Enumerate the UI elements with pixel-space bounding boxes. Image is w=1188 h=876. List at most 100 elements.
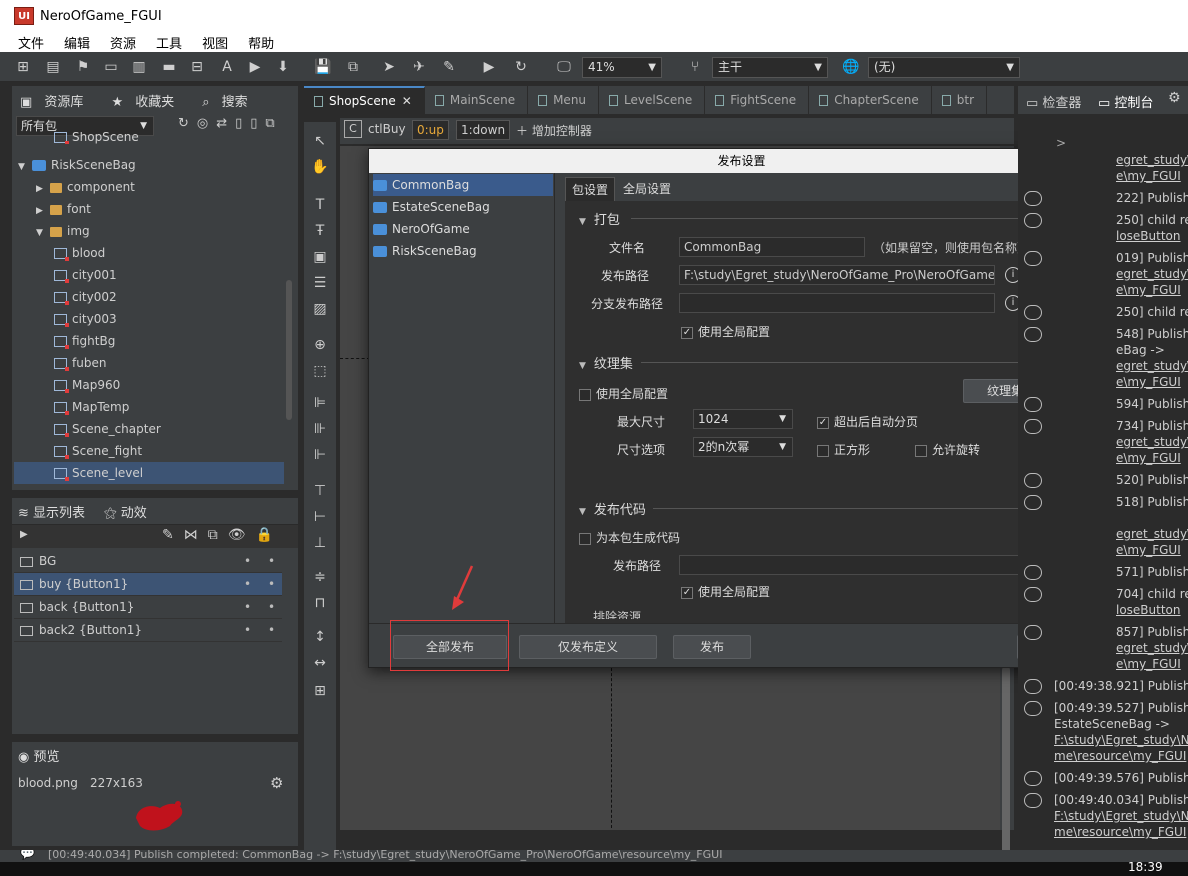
display-list-item[interactable]: buy {Button1} • • [14, 573, 282, 596]
new-progress-icon[interactable]: ▬ [160, 58, 178, 76]
section-atlas[interactable]: 纹理集 [579, 353, 633, 372]
display-list-item[interactable]: BG • • [14, 550, 282, 573]
graph-icon[interactable]: ▨ [308, 298, 332, 320]
atlas-use-global-checkbox[interactable]: 使用全局配置 [579, 385, 668, 402]
tab-chapterscene[interactable]: ChapterScene [809, 86, 932, 114]
section-pack[interactable]: 打包 [579, 209, 620, 228]
branch-path-input[interactable] [679, 293, 995, 313]
rich-text-icon[interactable]: Ŧ [308, 220, 332, 242]
group-icon[interactable]: ⬚ [308, 360, 332, 382]
visibility-lock-toggles[interactable]: • • [236, 619, 282, 642]
package-item[interactable]: CommonBag [373, 174, 553, 196]
gen-code-checkbox[interactable]: 为本包生成代码 [579, 529, 680, 546]
tab-library[interactable]: ▣ 资源库 [20, 91, 93, 110]
log-link[interactable]: e\my_FGUI [1116, 168, 1181, 184]
new-combo-icon[interactable]: ▥ [130, 58, 148, 76]
package-item[interactable]: RiskSceneBag [373, 240, 553, 262]
tree-item[interactable]: city003 [14, 308, 284, 330]
tree-item[interactable]: city002 [14, 286, 284, 308]
same-height-icon[interactable]: ↕ [308, 626, 332, 648]
tab-mainscene[interactable]: MainScene [425, 86, 529, 114]
tree-item[interactable]: blood [14, 242, 284, 264]
tree-item[interactable]: Map960 [14, 374, 284, 396]
log-link[interactable]: e\my_FGUI [1116, 656, 1181, 672]
library-tool-icons[interactable]: ↻◎⇄▯▯⧉ [178, 116, 283, 131]
log-link[interactable]: e\my_FGUI [1116, 282, 1181, 298]
align-left-icon[interactable]: ⊫ [308, 392, 332, 414]
auto-page-checkbox[interactable]: ✓ 超出后自动分页 [817, 413, 918, 430]
library-scrollbar[interactable] [286, 280, 292, 420]
list-icon[interactable]: ☰ [308, 272, 332, 294]
tab-btr[interactable]: btr [932, 86, 988, 114]
panel-menu-icon[interactable]: ⚙ [1168, 90, 1181, 106]
controller-page-down[interactable]: 1:down [456, 120, 511, 140]
chevron-down-icon[interactable]: ▼ [18, 156, 32, 178]
tab-fightscene[interactable]: FightScene [705, 86, 810, 114]
tab-search[interactable]: ⌕ 搜索 [202, 91, 257, 110]
chevron-right-icon[interactable]: ▶ [36, 178, 50, 200]
canvas-vscroll-thumb[interactable] [1002, 666, 1010, 856]
log-link[interactable]: e\my_FGUI [1116, 542, 1181, 558]
chevron-down-icon[interactable]: ▼ [36, 222, 50, 244]
log-link[interactable]: e\my_FGUI [1116, 450, 1181, 466]
tree-item[interactable]: ▶ component [14, 176, 284, 198]
branch-select[interactable]: 主干 ▼ [712, 57, 828, 78]
save-all-icon[interactable]: ⧉ [344, 58, 362, 76]
tab-package-settings[interactable]: 包设置 [565, 177, 616, 201]
size-option-select[interactable]: 2的n次幂 ▼ [693, 437, 793, 457]
tree-item[interactable]: Scene_fight [14, 440, 284, 462]
controller-page-up[interactable]: 0:up [412, 120, 449, 140]
visibility-lock-toggles[interactable]: • • [236, 573, 282, 596]
code-use-global-checkbox[interactable]: ✓ 使用全局配置 [681, 583, 770, 600]
publish-settings-icon[interactable]: ✈ [410, 58, 428, 76]
align-bottom-icon[interactable]: ⊥ [308, 532, 332, 554]
image-tool-icon[interactable]: ▣ [308, 246, 332, 268]
tree-item[interactable]: ShopScene [14, 132, 284, 144]
publish-path-input[interactable]: F:\study\Egret_study\NeroOfGame_Pro\Nero… [679, 265, 995, 285]
display-list-item[interactable]: back2 {Button1} • • [14, 619, 282, 642]
visibility-lock-toggles[interactable]: • • [236, 596, 282, 619]
menu-assets[interactable]: 资源 [110, 33, 136, 52]
log-link[interactable]: egret_study\Ne [1116, 434, 1188, 450]
code-path-input[interactable] [679, 555, 1039, 575]
align-middle-icon[interactable]: ⊢ [308, 506, 332, 528]
log-link[interactable]: F:\study\Egret_study\Ne [1054, 732, 1188, 748]
menu-edit[interactable]: 编辑 [64, 33, 90, 52]
log-link[interactable]: egret_study\Ne [1116, 152, 1188, 168]
new-label-icon[interactable]: A [218, 58, 236, 76]
publish-definition-button[interactable]: 仅发布定义 [519, 635, 657, 659]
tree-item[interactable]: MapTemp [14, 396, 284, 418]
log-link[interactable]: e\my_FGUI [1116, 374, 1181, 390]
tree-item[interactable]: Scene_chapter [14, 418, 284, 440]
square-checkbox[interactable]: 正方形 [817, 441, 870, 458]
log-link[interactable]: loseButton [1116, 602, 1181, 618]
new-button-icon[interactable]: ▭ [102, 58, 120, 76]
close-icon[interactable]: ✕ [402, 87, 412, 115]
tree-item[interactable]: ▼ img [14, 220, 284, 242]
package-item[interactable]: NeroOfGame [373, 218, 553, 240]
log-link[interactable]: egret_study\Ne [1116, 526, 1188, 542]
menu-file[interactable]: 文件 [18, 33, 44, 52]
tab-inspector[interactable]: ▭ 检查器 [1026, 92, 1081, 111]
log-link[interactable]: F:\study\Egret_study\Ne [1054, 808, 1188, 824]
same-width-icon[interactable]: ↔ [308, 652, 332, 674]
tab-levelscene[interactable]: LevelScene [599, 86, 706, 114]
log-link[interactable]: loseButton [1116, 228, 1181, 244]
distribute-v-icon[interactable]: ≑ [308, 566, 332, 588]
bookmark-icon[interactable]: ⚑ [74, 58, 92, 76]
align-center-icon[interactable]: ⊪ [308, 418, 332, 440]
chevron-right-icon[interactable]: ▶ [36, 200, 50, 222]
tree-item[interactable]: ▶ font [14, 198, 284, 220]
import-icon[interactable]: ⬇ [274, 58, 292, 76]
tree-item[interactable]: Scene_level [14, 462, 284, 484]
gear-icon[interactable]: ⚙ [270, 774, 283, 792]
section-code[interactable]: 发布代码 [579, 499, 646, 518]
loader-icon[interactable]: ⊕ [308, 334, 332, 356]
new-component-icon[interactable]: ▤ [44, 58, 62, 76]
tab-transitions[interactable]: ⚝ 动效 [104, 502, 147, 521]
publish-edit-icon[interactable]: ✎ [440, 58, 458, 76]
distribute-h-icon[interactable]: ⊓ [308, 592, 332, 614]
hand-icon[interactable]: ✋ [308, 156, 332, 178]
visibility-lock-toggles[interactable]: • • [236, 550, 282, 573]
tab-shopscene[interactable]: ShopScene ✕ [304, 86, 425, 114]
